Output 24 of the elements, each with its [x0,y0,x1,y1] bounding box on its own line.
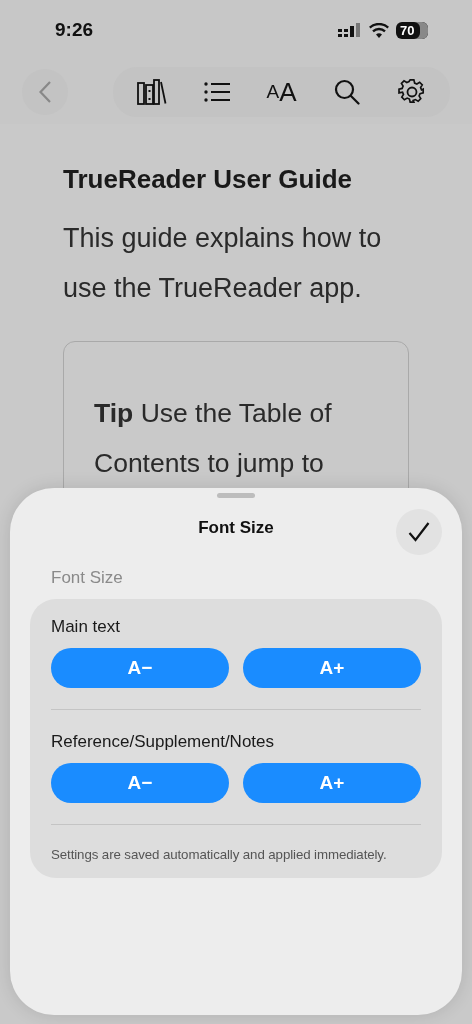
font-size-button[interactable]: A+ [243,648,421,688]
signal-icon [338,23,362,37]
font-size-button[interactable]: A− [51,648,229,688]
books-icon [136,79,167,105]
settings-icon [397,78,426,106]
document-paragraph: This guide explains how to use the TrueReader app. [63,222,383,305]
footnote-text: Settings are saved automatically and applied immediately. [51,847,388,862]
wifi-icon [369,22,389,38]
sheet-title: Font Size [198,518,274,538]
setting-label: Reference/Supplement/Notes [51,732,276,752]
font-size-button[interactable]: A+ [243,763,421,803]
checkmark-icon [408,522,430,542]
tip-text: Tip Use the Table of Contents to jump to [94,397,333,480]
back-icon [39,81,51,103]
battery-level: 70 [396,21,428,39]
document-title: TrueReader User Guide [63,164,353,195]
text-size-button[interactable]: AA [249,69,314,115]
setting-label: Main text [51,617,121,637]
font-size-button[interactable]: A− [51,763,229,803]
status-time: 9:26 [55,19,94,41]
section-label: Font Size [51,568,124,588]
search-icon [333,79,360,105]
done-button[interactable] [396,509,442,555]
list-icon [203,82,230,102]
